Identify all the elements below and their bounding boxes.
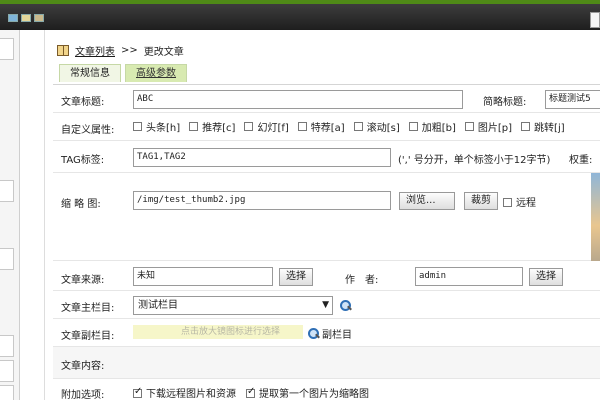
- row-thumbnail: 缩 略 图: /img/test_thumb2.jpg 浏览... 裁剪 远程: [53, 173, 600, 261]
- checkbox[interactable]: [133, 122, 142, 131]
- sidebar-item[interactable]: [0, 248, 14, 270]
- short-title-label: 简略标题:: [483, 97, 527, 108]
- row-tag: TAG标签: TAG1,TAG2 (',' 号分开，单个标签小于12字节) 权重…: [53, 141, 600, 173]
- sub-column-field[interactable]: 点击放大镜图标进行选择: [133, 325, 303, 339]
- title-label: 文章标题:: [61, 97, 105, 108]
- left-sidebar: [0, 30, 20, 400]
- thumbnail-preview: [591, 173, 600, 261]
- author-label: 作 者:: [345, 275, 379, 286]
- attr-checkbox-a[interactable]: 特荐[a]: [297, 119, 345, 134]
- sub-column-button[interactable]: 副栏目: [308, 326, 352, 341]
- breadcrumb-current: 更改文章: [143, 47, 184, 58]
- attr-checkbox-group: 头条[h] 推荐[c] 幻灯[f] 特荐[a] 滚动[s] 加粗[b] 图片[p…: [133, 119, 565, 134]
- chevron-down-icon: ▼: [322, 300, 329, 310]
- row-content: 文章内容:: [53, 347, 600, 379]
- breadcrumb-list-link[interactable]: 文章列表: [75, 43, 115, 58]
- author-input[interactable]: admin: [415, 267, 523, 286]
- tab-basic-info[interactable]: 常规信息: [59, 64, 121, 82]
- row-extra-options: 附加选项: 下载远程图片和资源 提取第一个图片为缩略图: [53, 379, 600, 400]
- archive-icon[interactable]: [34, 14, 44, 22]
- main-col-label: 文章主栏目:: [61, 303, 115, 314]
- thumb-label: 缩 略 图:: [61, 199, 101, 210]
- sub-col-label: 文章副栏目:: [61, 331, 115, 342]
- main-content: 文章列表 >> 更改文章 常规信息 高级参数 文章标题: ABC 简略标题: 标…: [44, 30, 600, 400]
- extract-thumb-checkbox[interactable]: 提取第一个图片为缩略图: [246, 385, 369, 400]
- search-icon: [308, 328, 319, 339]
- remote-checkbox[interactable]: 远程: [503, 194, 536, 209]
- breadcrumb: 文章列表 >> 更改文章: [57, 43, 184, 58]
- breadcrumb-separator: >>: [121, 45, 138, 56]
- book-icon: [57, 45, 69, 56]
- checkbox[interactable]: [133, 386, 142, 398]
- checkbox[interactable]: [246, 386, 255, 398]
- title-input[interactable]: ABC: [133, 90, 463, 109]
- checkbox[interactable]: [408, 122, 418, 131]
- source-input[interactable]: 未知: [133, 267, 273, 286]
- top-icons: [8, 14, 44, 22]
- tab-bar: 常规信息 高级参数: [59, 64, 187, 82]
- row-sub-column: 文章副栏目: 点击放大镜图标进行选择 副栏目: [53, 319, 600, 347]
- main-column-select[interactable]: 测试栏目 ▼: [133, 296, 333, 315]
- row-title: 文章标题: ABC 简略标题: 标题测试5: [53, 85, 600, 113]
- weight-label: 权重:: [569, 155, 593, 166]
- tag-hint: (',' 号分开，单个标签小于12字节): [398, 155, 551, 166]
- tag-input[interactable]: TAG1,TAG2: [133, 148, 391, 167]
- row-source-author: 文章来源: 未知 选择 作 者: admin 选择: [53, 261, 600, 291]
- extra-label: 附加选项:: [61, 390, 105, 400]
- window-icon[interactable]: [8, 14, 18, 22]
- sidebar-item[interactable]: [0, 180, 14, 202]
- browse-button[interactable]: 浏览...: [399, 192, 455, 210]
- search-icon[interactable]: [340, 300, 351, 311]
- article-form: 文章标题: ABC 简略标题: 标题测试5 自定义属性: 头条[h] 推荐[c]…: [53, 84, 600, 400]
- checkbox[interactable]: [244, 122, 254, 131]
- sidebar-item[interactable]: [0, 360, 14, 382]
- tag-label: TAG标签:: [61, 155, 105, 166]
- short-title-input[interactable]: 标题测试5: [545, 90, 600, 109]
- top-right-button[interactable]: [590, 12, 600, 28]
- tab-advanced-params[interactable]: 高级参数: [125, 64, 187, 82]
- author-select-button[interactable]: 选择: [529, 268, 563, 286]
- checkbox[interactable]: [189, 122, 199, 131]
- sidebar-item[interactable]: [0, 385, 14, 400]
- attr-checkbox-s[interactable]: 滚动[s]: [353, 119, 400, 134]
- attr-checkbox-c[interactable]: 推荐[c]: [189, 119, 235, 134]
- attr-checkbox-h[interactable]: 头条[h]: [133, 119, 180, 134]
- source-select-button[interactable]: 选择: [279, 268, 313, 286]
- checkbox[interactable]: [464, 122, 474, 131]
- checkbox[interactable]: [503, 198, 512, 207]
- sidebar-item[interactable]: [0, 38, 14, 60]
- checkbox[interactable]: [297, 122, 307, 131]
- folder-icon[interactable]: [21, 14, 31, 22]
- sidebar-item[interactable]: [0, 335, 14, 357]
- attr-label: 自定义属性:: [61, 125, 115, 136]
- row-attributes: 自定义属性: 头条[h] 推荐[c] 幻灯[f] 特荐[a] 滚动[s] 加粗[…: [53, 113, 600, 141]
- row-main-column: 文章主栏目: 测试栏目 ▼: [53, 291, 600, 319]
- attr-checkbox-f[interactable]: 幻灯[f]: [244, 119, 289, 134]
- checkbox[interactable]: [521, 122, 531, 131]
- attr-checkbox-p[interactable]: 图片[p]: [464, 119, 512, 134]
- top-bar: [0, 0, 600, 30]
- attr-checkbox-j[interactable]: 跳转[j]: [521, 119, 565, 134]
- thumb-input[interactable]: /img/test_thumb2.jpg: [133, 191, 391, 210]
- crop-button[interactable]: 裁剪: [464, 192, 498, 210]
- checkbox[interactable]: [353, 122, 363, 131]
- source-label: 文章来源:: [61, 275, 105, 286]
- content-label: 文章内容:: [61, 361, 105, 372]
- attr-checkbox-b[interactable]: 加粗[b]: [408, 119, 456, 134]
- download-remote-checkbox[interactable]: 下载远程图片和资源: [133, 385, 236, 400]
